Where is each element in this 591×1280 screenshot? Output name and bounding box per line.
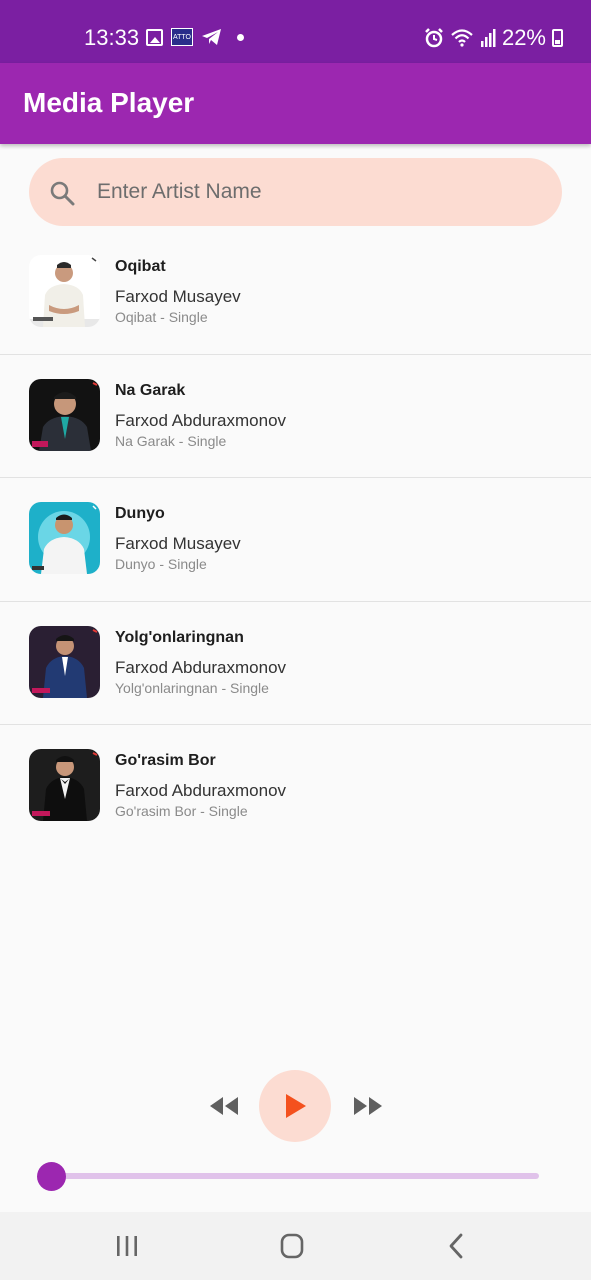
search-icon <box>50 181 75 206</box>
song-album: Oqibat - Single <box>115 309 208 325</box>
album-art <box>29 625 100 698</box>
player-controls <box>0 1070 591 1142</box>
song-album: Yolg'onlaringnan - Single <box>115 679 269 696</box>
battery-percentage: 22% <box>501 25 546 50</box>
telegram-icon <box>202 29 221 45</box>
home-icon[interactable] <box>277 1232 307 1260</box>
song-title: Dunyo <box>115 505 165 522</box>
song-album: Na Garak - Single <box>115 432 227 449</box>
song-album: Dunyo - Single <box>115 556 207 572</box>
media-player-screen: 13:33 ATTO 22% Media Player Enter Artist… <box>0 0 591 1280</box>
notification-icons: ATTO <box>146 28 244 46</box>
signal-icon <box>480 29 496 47</box>
song-list-item[interactable]: Na Garak Farxod Abduraxmonov Na Garak - … <box>0 355 591 478</box>
search-input[interactable] <box>97 158 537 226</box>
search-bar[interactable] <box>29 158 562 226</box>
status-time: 13:33 <box>84 25 140 50</box>
song-artist: Farxod Abduraxmonov <box>115 781 287 800</box>
song-title: Go'rasim Bor <box>115 752 216 769</box>
song-artist: Farxod Musayev <box>115 287 241 306</box>
slider-thumb[interactable] <box>36 1162 66 1191</box>
album-art <box>29 378 100 451</box>
song-list-item[interactable]: Go'rasim Bor Farxod Abduraxmonov Go'rasi… <box>0 725 591 849</box>
song-title: Na Garak <box>115 381 186 399</box>
song-title: Yolg'onlaringnan <box>115 628 244 646</box>
play-button[interactable] <box>259 1070 331 1142</box>
battery-icon <box>552 29 563 47</box>
album-art <box>29 502 100 574</box>
song-artist: Farxod Musayev <box>115 534 241 553</box>
song-list-item[interactable]: Oqibat Farxod Musayev Oqibat - Single <box>0 231 591 355</box>
alarm-icon <box>425 28 443 48</box>
rewind-icon[interactable] <box>207 1092 241 1120</box>
navigation-bar <box>0 1212 591 1280</box>
system-icons: 22% <box>424 25 563 51</box>
recent-apps-icon[interactable] <box>112 1232 142 1260</box>
song-artist: Farxod Abduraxmonov <box>115 410 287 430</box>
song-album: Go'rasim Bor - Single <box>115 803 248 819</box>
play-icon <box>286 1094 306 1118</box>
song-list-item[interactable]: Dunyo Farxod Musayev Dunyo - Single <box>0 478 591 602</box>
fast-forward-icon[interactable] <box>351 1092 385 1120</box>
atto-icon: ATTO <box>171 28 193 46</box>
wifi-icon <box>451 29 473 47</box>
album-art <box>29 255 100 327</box>
song-list: Oqibat Farxod Musayev Oqibat - Single Na… <box>0 231 591 849</box>
song-artist: Farxod Abduraxmonov <box>115 657 287 677</box>
image-icon <box>146 28 163 46</box>
back-icon[interactable] <box>442 1232 472 1260</box>
song-list-item[interactable]: Yolg'onlaringnan Farxod Abduraxmonov Yol… <box>0 602 591 725</box>
song-title: Oqibat <box>115 258 166 275</box>
app-bar: Media Player <box>0 63 591 144</box>
album-art <box>29 749 100 821</box>
status-bar: 13:33 ATTO 22% <box>0 0 591 63</box>
app-title: Media Player <box>23 87 195 118</box>
progress-slider[interactable] <box>51 1173 539 1179</box>
dot-icon <box>237 33 244 41</box>
